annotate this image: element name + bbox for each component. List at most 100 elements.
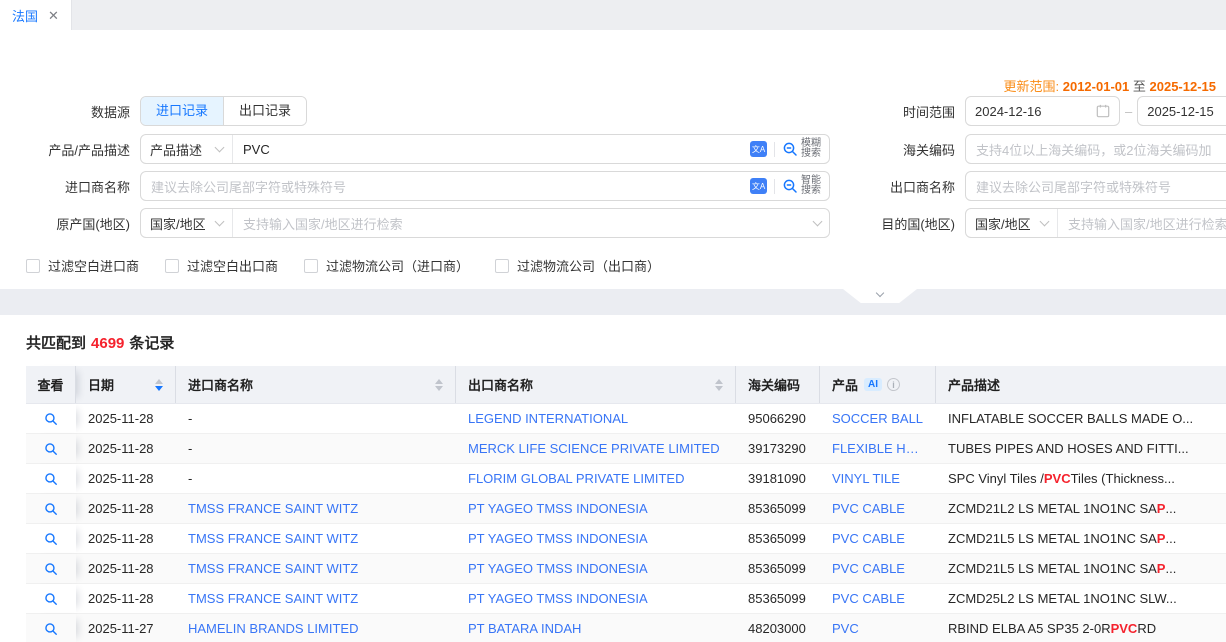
checkbox-icon[interactable] (165, 259, 179, 273)
info-icon[interactable]: i (887, 378, 900, 391)
highlighted-keyword: P (1157, 501, 1166, 516)
translate-icon[interactable]: 文A (750, 178, 767, 194)
destination-country-input[interactable]: 支持输入国家/地区进行检索 (1058, 214, 1226, 233)
importer-link[interactable]: TMSS FRANCE SAINT WITZ (188, 531, 358, 546)
view-record-button[interactable] (26, 584, 76, 613)
exporter-link[interactable]: PT BATARA INDAH (468, 621, 581, 636)
view-record-button[interactable] (26, 434, 76, 463)
product-link[interactable]: VINYL TILE (832, 471, 900, 486)
importer-name[interactable]: TMSS FRANCE SAINT WITZ (176, 554, 456, 583)
sort-asc-icon[interactable] (435, 379, 443, 384)
exporter-name[interactable]: MERCK LIFE SCIENCE PRIVATE LIMITED (456, 434, 736, 463)
importer-name[interactable]: TMSS FRANCE SAINT WITZ (176, 584, 456, 613)
filter-checkbox-3[interactable]: 过滤物流公司（出口商） (495, 256, 660, 275)
hs-code-input[interactable]: 支持4位以上海关编码，或2位海关编码加 (965, 134, 1226, 164)
date-start-input[interactable]: 2024-12-16 (965, 96, 1120, 126)
tab-france[interactable]: 法国 ✕ (0, 0, 72, 30)
product-link[interactable]: PVC CABLE (832, 591, 905, 606)
date-end-input[interactable]: 2025-12-15 (1137, 96, 1226, 126)
filter-checkbox-1[interactable]: 过滤空白出口商 (165, 256, 278, 275)
destination-country-select[interactable]: 国家/地区 (966, 209, 1058, 237)
sort-desc-icon[interactable] (435, 386, 443, 391)
view-record-button[interactable] (26, 464, 76, 493)
smart-search-button[interactable]: 智能搜索 (782, 176, 821, 196)
exporter-name[interactable]: LEGEND INTERNATIONAL (456, 404, 736, 433)
exporter-name[interactable]: PT YAGEO TMSS INDONESIA (456, 584, 736, 613)
sort-desc-icon[interactable] (155, 386, 163, 391)
origin-country-select[interactable]: 国家/地区 (141, 209, 233, 237)
exporter-link[interactable]: MERCK LIFE SCIENCE PRIVATE LIMITED (468, 441, 720, 456)
sort-asc-icon[interactable] (715, 379, 723, 384)
tab-import-records[interactable]: 进口记录 (141, 97, 223, 125)
chevron-down-icon[interactable] (813, 216, 823, 226)
product-name[interactable]: PVC CABLE (820, 554, 936, 583)
sort-control[interactable] (147, 379, 163, 391)
product-search-input[interactable]: PVC (233, 142, 750, 157)
exporter-link[interactable]: PT YAGEO TMSS INDONESIA (468, 561, 648, 576)
view-record-button[interactable] (26, 404, 76, 433)
exporter-link[interactable]: FLORIM GLOBAL PRIVATE LIMITED (468, 471, 684, 486)
sort-asc-icon[interactable] (155, 379, 163, 384)
product-link[interactable]: FLEXIBLE HOSE PVC (832, 441, 924, 456)
column-header-3[interactable]: 出口商名称 (456, 366, 736, 403)
exporter-name[interactable]: PT BATARA INDAH (456, 614, 736, 642)
importer-name: - (176, 434, 456, 463)
filter-checkbox-2[interactable]: 过滤物流公司（进口商） (304, 256, 469, 275)
product-link[interactable]: PVC CABLE (832, 561, 905, 576)
exporter-link[interactable]: PT YAGEO TMSS INDONESIA (468, 501, 648, 516)
checkbox-icon[interactable] (304, 259, 318, 273)
sort-control[interactable] (427, 379, 443, 391)
sort-control[interactable] (707, 379, 723, 391)
collapse-panel-button[interactable] (843, 289, 917, 303)
product-name[interactable]: PVC CABLE (820, 584, 936, 613)
product-description: ZCMD21L5 LS METAL 1NO1NC SA P... (936, 524, 1226, 553)
product-name[interactable]: SOCCER BALL (820, 404, 936, 433)
importer-link[interactable]: HAMELIN BRANDS LIMITED (188, 621, 358, 636)
importer-label: 进口商名称 (0, 177, 140, 196)
filter-checkbox-0[interactable]: 过滤空白进口商 (26, 256, 139, 275)
tab-export-records[interactable]: 出口记录 (223, 97, 306, 125)
view-record-button[interactable] (26, 494, 76, 523)
exporter-name[interactable]: PT YAGEO TMSS INDONESIA (456, 554, 736, 583)
exporter-input[interactable]: 建议去除公司尾部字符或特殊符号 (965, 171, 1226, 201)
importer-name[interactable]: TMSS FRANCE SAINT WITZ (176, 524, 456, 553)
product-link[interactable]: PVC CABLE (832, 501, 905, 516)
sort-desc-icon[interactable] (715, 386, 723, 391)
product-link[interactable]: PVC (832, 621, 859, 636)
column-header-2[interactable]: 进口商名称 (176, 366, 456, 403)
product-name[interactable]: PVC (820, 614, 936, 642)
product-link[interactable]: SOCCER BALL (832, 411, 923, 426)
product-name[interactable]: PVC CABLE (820, 494, 936, 523)
divider (774, 142, 775, 157)
product-link[interactable]: PVC CABLE (832, 531, 905, 546)
product-type-select[interactable]: 产品描述 (141, 135, 233, 163)
checkbox-label: 过滤空白进口商 (48, 256, 139, 275)
column-header-label: 产品 (832, 375, 858, 394)
exporter-link[interactable]: PT YAGEO TMSS INDONESIA (468, 591, 648, 606)
view-record-button[interactable] (26, 524, 76, 553)
exporter-name[interactable]: PT YAGEO TMSS INDONESIA (456, 524, 736, 553)
importer-link[interactable]: TMSS FRANCE SAINT WITZ (188, 591, 358, 606)
importer-name[interactable]: HAMELIN BRANDS LIMITED (176, 614, 456, 642)
importer-input[interactable]: 建议去除公司尾部字符或特殊符号 (141, 177, 750, 196)
importer-name[interactable]: TMSS FRANCE SAINT WITZ (176, 494, 456, 523)
exporter-link[interactable]: PT YAGEO TMSS INDONESIA (468, 531, 648, 546)
search-icon (44, 412, 58, 426)
view-record-button[interactable] (26, 554, 76, 583)
exporter-name[interactable]: FLORIM GLOBAL PRIVATE LIMITED (456, 464, 736, 493)
checkbox-icon[interactable] (26, 259, 40, 273)
product-name[interactable]: PVC CABLE (820, 524, 936, 553)
product-name[interactable]: VINYL TILE (820, 464, 936, 493)
origin-country-input[interactable]: 支持输入国家/地区进行检索 (233, 214, 814, 233)
checkbox-icon[interactable] (495, 259, 509, 273)
importer-link[interactable]: TMSS FRANCE SAINT WITZ (188, 561, 358, 576)
translate-icon[interactable]: 文A (750, 141, 767, 157)
close-icon[interactable]: ✕ (48, 9, 59, 22)
view-record-button[interactable] (26, 614, 76, 642)
product-name[interactable]: FLEXIBLE HOSE PVC (820, 434, 936, 463)
exporter-name[interactable]: PT YAGEO TMSS INDONESIA (456, 494, 736, 523)
column-header-1[interactable]: 日期 (76, 366, 176, 403)
fuzzy-search-button[interactable]: 模糊搜索 (782, 139, 821, 159)
exporter-link[interactable]: LEGEND INTERNATIONAL (468, 411, 628, 426)
importer-link[interactable]: TMSS FRANCE SAINT WITZ (188, 501, 358, 516)
